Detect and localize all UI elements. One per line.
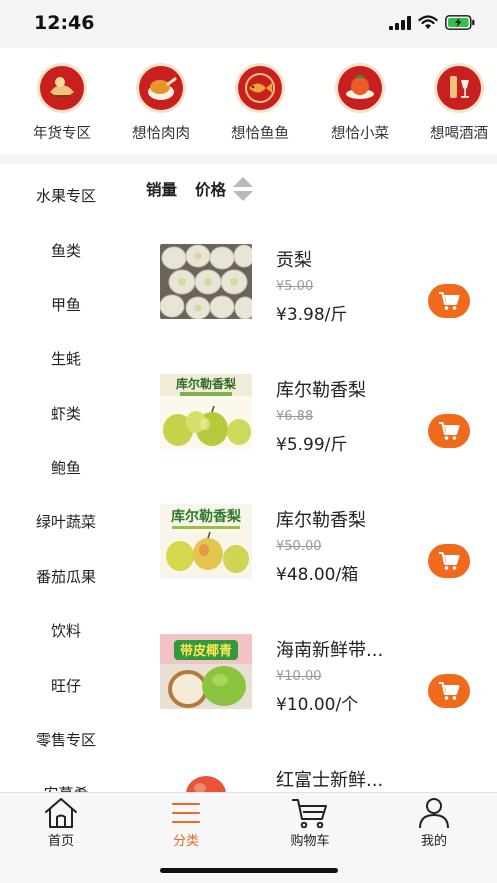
wine-icon	[434, 63, 484, 113]
tab-label: 分类	[172, 834, 199, 849]
tab-cart[interactable]: 购物车	[270, 797, 350, 849]
product-image-caption: 带皮椰青	[180, 643, 232, 659]
product-image-red-apple	[160, 764, 252, 792]
product-name: 海南新鲜带...	[276, 640, 384, 661]
section-divider	[0, 154, 497, 164]
tab-label: 首页	[47, 834, 74, 849]
tab-category[interactable]: 分类	[146, 797, 226, 849]
product-list: 贡梨 ¥5.00 ¥3.98/斤 库尔勒香梨 库尔勒香梨 ¥6.88 ¥5.99…	[132, 164, 497, 792]
product-card[interactable]: 红富士新鲜...	[132, 764, 497, 792]
product-name: 库尔勒香梨	[276, 380, 366, 401]
wifi-icon	[418, 15, 438, 29]
category-item-new-year[interactable]: 年货专区	[12, 62, 112, 143]
category-item-side-dish[interactable]: 想恰小菜	[310, 62, 410, 143]
category-item-meat[interactable]: 想恰肉肉	[111, 62, 211, 143]
home-icon	[45, 798, 77, 828]
cart-icon	[292, 799, 327, 829]
product-image-pears-net	[160, 244, 252, 319]
cart-icon	[439, 552, 460, 570]
roast-chicken-icon	[136, 63, 186, 113]
product-card[interactable]: 库尔勒香梨 库尔勒香梨 ¥6.88 ¥5.99/斤	[132, 374, 497, 504]
product-image-coconut: 带皮椰青	[160, 634, 252, 709]
product-name: 库尔勒香梨	[276, 510, 366, 531]
category-label: 想恰小菜	[331, 126, 389, 142]
home-indicator	[160, 868, 338, 873]
product-original-price: ¥50.00	[276, 539, 322, 554]
product-price: ¥10.00/个	[276, 695, 359, 715]
status-icons	[389, 15, 475, 30]
sidebar-item-anmuxi[interactable]: 安慕希	[0, 783, 132, 792]
status-bar: 12:46	[0, 0, 497, 48]
side-dish-icon	[335, 63, 385, 113]
add-to-cart-button[interactable]	[428, 414, 470, 448]
product-image-korla-pear: 库尔勒香梨	[160, 374, 252, 449]
product-original-price: ¥5.00	[276, 279, 314, 294]
category-label: 年货专区	[33, 126, 91, 142]
user-icon	[419, 798, 449, 829]
cart-icon	[439, 292, 460, 310]
sidebar-item-wangzai[interactable]: 旺仔	[0, 675, 132, 696]
sidebar-item-greens[interactable]: 绿叶蔬菜	[0, 511, 132, 532]
product-image-korla-pear: 库尔勒香梨	[160, 504, 252, 579]
signal-icon	[389, 15, 411, 30]
status-time: 12:46	[34, 12, 95, 34]
tab-label: 我的	[420, 834, 447, 849]
add-to-cart-button[interactable]	[428, 544, 470, 578]
tab-home[interactable]: 首页	[21, 797, 101, 849]
sidebar-item-fruit[interactable]: 水果专区	[0, 185, 132, 206]
product-image-caption: 库尔勒香梨	[171, 508, 242, 525]
product-price: ¥5.99/斤	[276, 435, 348, 455]
category-item-wine[interactable]: 想喝酒酒	[409, 62, 497, 143]
sidebar-item-abalone[interactable]: 鲍鱼	[0, 457, 132, 478]
battery-charging-icon	[445, 15, 475, 30]
product-card[interactable]: 库尔勒香梨 库尔勒香梨 ¥50.00 ¥48.00/箱	[132, 504, 497, 634]
product-name: 贡梨	[276, 250, 312, 271]
category-item-fish[interactable]: 想恰鱼鱼	[210, 62, 310, 143]
add-to-cart-button[interactable]	[428, 674, 470, 708]
sidebar-item-turtle[interactable]: 甲鱼	[0, 294, 132, 315]
product-name: 红富士新鲜...	[276, 770, 384, 791]
product-image-caption: 库尔勒香梨	[176, 376, 236, 391]
add-to-cart-button[interactable]	[428, 284, 470, 318]
product-price: ¥3.98/斤	[276, 305, 348, 325]
tab-label: 购物车	[290, 834, 330, 849]
category-label: 想恰肉肉	[132, 126, 190, 142]
product-original-price: ¥10.00	[276, 669, 322, 684]
category-strip: 年货专区 想恰肉肉 想恰鱼鱼 想恰小菜 想喝酒酒	[0, 48, 497, 154]
product-price: ¥48.00/箱	[276, 565, 359, 585]
menu-icon	[172, 803, 200, 823]
product-original-price: ¥6.88	[276, 409, 314, 424]
product-card[interactable]: 带皮椰青 海南新鲜带... ¥10.00 ¥10.00/个	[132, 634, 497, 764]
fish-icon	[235, 63, 285, 113]
category-label: 想喝酒酒	[430, 126, 488, 142]
cart-icon	[439, 422, 460, 440]
sidebar-item-shrimp[interactable]: 虾类	[0, 403, 132, 424]
sidebar-item-fish[interactable]: 鱼类	[0, 240, 132, 261]
category-sidebar: 水果专区 鱼类 甲鱼 生蚝 虾类 鲍鱼 绿叶蔬菜 番茄瓜果 饮料 旺仔 零售专区…	[0, 164, 132, 792]
sidebar-item-retail[interactable]: 零售专区	[0, 729, 132, 750]
new-year-goods-icon	[37, 63, 87, 113]
sidebar-item-drinks[interactable]: 饮料	[0, 620, 132, 641]
sidebar-item-tomato-melon[interactable]: 番茄瓜果	[0, 566, 132, 587]
tab-profile[interactable]: 我的	[394, 797, 474, 849]
product-card[interactable]: 贡梨 ¥5.00 ¥3.98/斤	[132, 244, 497, 374]
sidebar-item-oyster[interactable]: 生蚝	[0, 348, 132, 369]
cart-icon	[439, 682, 460, 700]
category-label: 想恰鱼鱼	[231, 126, 289, 142]
